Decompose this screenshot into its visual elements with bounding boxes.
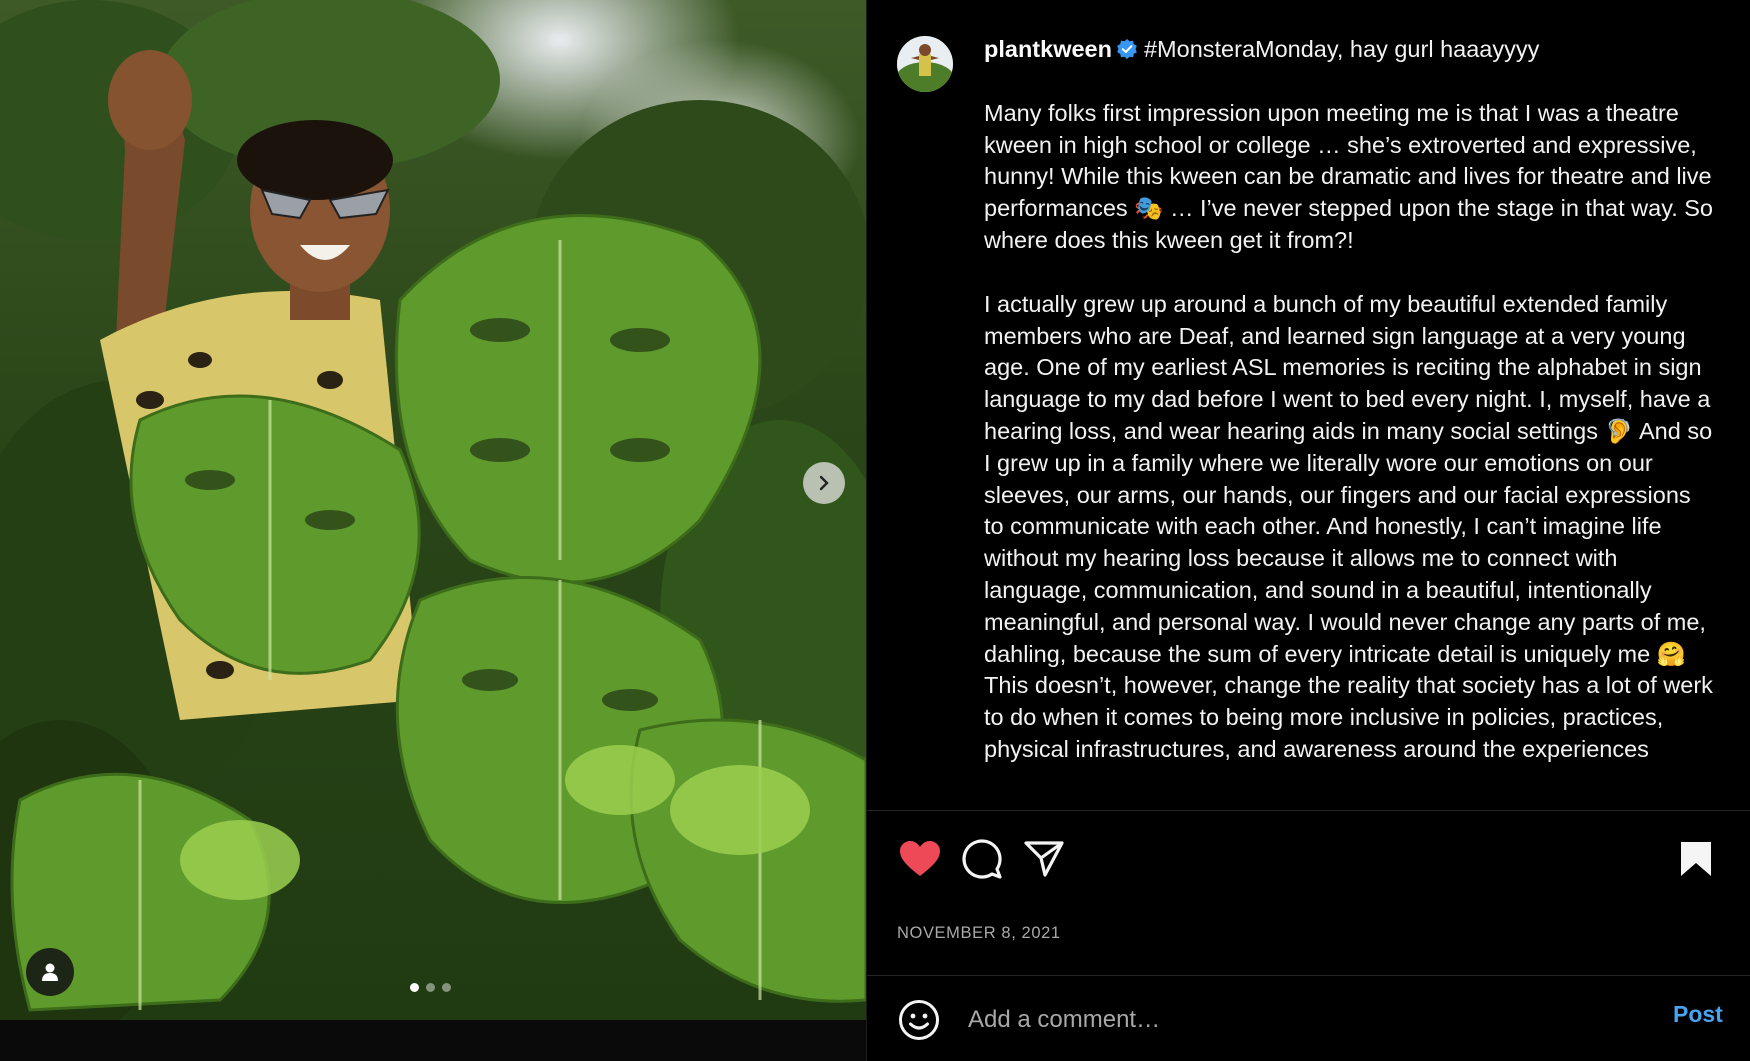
media-bottom-strip: [0, 1020, 866, 1061]
avatar[interactable]: [897, 36, 953, 92]
post-date[interactable]: NOVEMBER 8, 2021: [897, 924, 1061, 943]
carousel-dot: [442, 983, 451, 992]
post-actions: [897, 836, 1717, 884]
post-details-panel: plantkween #MonsteraMonday, hay gurl haa…: [866, 0, 1750, 1061]
carousel-dot: [410, 983, 419, 992]
carousel-indicator: [410, 983, 451, 992]
post-comment-button[interactable]: Post: [1673, 1001, 1723, 1028]
chevron-right-icon: [819, 475, 829, 491]
post-media[interactable]: [0, 0, 866, 1020]
divider: [867, 810, 1750, 811]
user-icon: [42, 963, 58, 981]
caption-title: #MonsteraMonday, hay gurl haaayyyy: [1143, 36, 1540, 62]
carousel-dot: [426, 983, 435, 992]
comment-button[interactable]: [959, 836, 1005, 882]
comment-icon: [962, 839, 1002, 879]
bookmark-icon: [1681, 842, 1711, 876]
carousel-next-button[interactable]: [803, 462, 845, 504]
tagged-users-button[interactable]: [26, 948, 74, 996]
caption-paragraph: Many folks first impression upon meeting…: [984, 99, 1714, 253]
share-icon: [1024, 841, 1064, 877]
emoji-button[interactable]: [897, 998, 941, 1042]
avatar-image: [897, 36, 953, 92]
post-photo: [0, 0, 866, 1020]
like-button[interactable]: [897, 836, 943, 882]
post-caption: plantkween #MonsteraMonday, hay gurl haa…: [984, 34, 1714, 798]
caption-header: plantkween #MonsteraMonday, hay gurl haa…: [984, 34, 1714, 66]
heart-icon: [900, 841, 940, 876]
comment-input[interactable]: [966, 1000, 1570, 1040]
save-button[interactable]: [1673, 836, 1719, 882]
share-button[interactable]: [1021, 836, 1067, 882]
username-link[interactable]: plantkween: [984, 36, 1112, 62]
verified-badge-icon: [1117, 39, 1137, 59]
emoji-icon: [899, 1000, 939, 1040]
caption-paragraph: I actually grew up around a bunch of my …: [984, 290, 1713, 762]
comment-bar: Post: [867, 976, 1750, 1061]
